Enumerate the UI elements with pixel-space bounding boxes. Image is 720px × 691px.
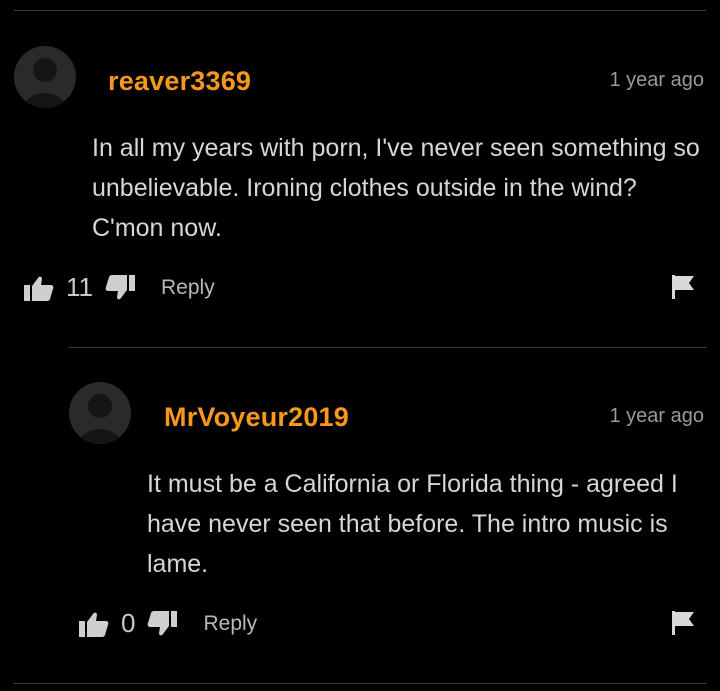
divider-top [14,10,706,11]
avatar-icon [24,58,66,108]
comment-username[interactable]: MrVoyeur2019 [164,402,349,433]
comment-text: In all my years with porn, I've never se… [92,134,700,242]
avatar[interactable] [69,382,131,444]
thumbs-up-icon[interactable] [24,274,54,302]
like-count: 11 [66,272,93,302]
thumbs-down-icon[interactable] [105,274,135,302]
comment-actions: 11 Reply [24,272,215,303]
avatar[interactable] [14,46,76,108]
comment-text: It must be a California or Florida thing… [147,470,678,578]
divider-reply [68,347,706,348]
thumbs-down-icon[interactable] [147,610,178,638]
like-count: 0 [121,608,136,638]
flag-icon[interactable] [672,611,696,635]
reply-button[interactable]: Reply [203,612,257,636]
comment-username[interactable]: reaver3369 [108,66,251,97]
flag-icon[interactable] [672,275,696,299]
thumbs-up-icon[interactable] [79,610,109,638]
reply-button[interactable]: Reply [161,276,215,300]
divider-bottom [14,683,706,684]
comment-timestamp: 1 year ago [609,69,704,91]
avatar-icon [79,394,121,444]
comment-timestamp: 1 year ago [609,405,704,427]
comment-actions: 0 Reply [79,608,257,639]
